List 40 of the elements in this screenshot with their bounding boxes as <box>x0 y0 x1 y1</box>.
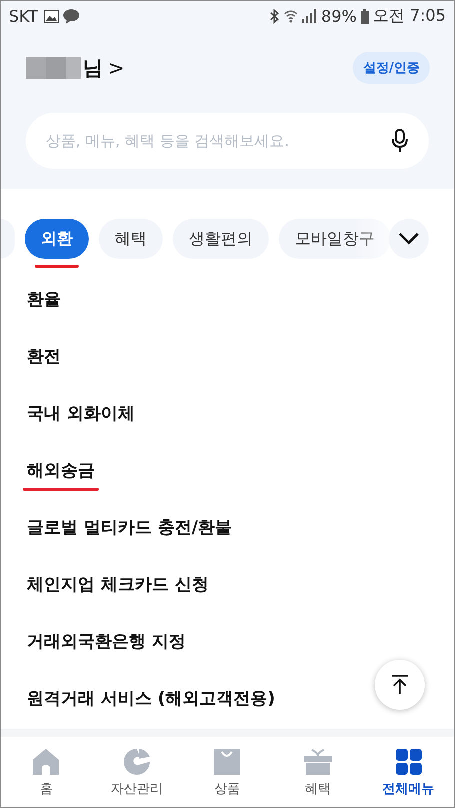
nav-tab[interactable]: 상품 <box>182 737 273 807</box>
menu-item[interactable]: 해외송금 <box>27 459 95 482</box>
chat-bubble-icon <box>63 8 80 24</box>
category-chip[interactable]: 외환 <box>25 219 89 259</box>
chevron-text[interactable]: > <box>108 56 125 80</box>
gift-icon <box>303 746 334 776</box>
grid-icon <box>394 746 424 776</box>
category-chip[interactable]: 혜택 <box>99 219 163 259</box>
user-name-suffix[interactable]: 님 <box>83 54 103 82</box>
chevron-down-icon <box>398 232 420 246</box>
battery-percent: 89% <box>321 6 357 26</box>
home-icon <box>31 746 62 776</box>
shopping-bag-icon <box>212 746 242 776</box>
bluetooth-icon <box>270 8 280 24</box>
microphone-icon[interactable] <box>391 129 409 153</box>
expand-button[interactable] <box>389 219 429 259</box>
arrow-up-icon <box>391 675 409 695</box>
blurred-name <box>26 57 81 79</box>
menu-item[interactable]: 원격거래 서비스 (해외고객전용) <box>27 687 276 710</box>
menu-item[interactable]: 국내 외화이체 <box>27 402 135 425</box>
nav-tab[interactable]: 전체메뉴 <box>363 737 454 807</box>
clock: 오전 7:05 <box>372 6 446 26</box>
carrier-name: SKT <box>9 6 38 26</box>
nav-tab[interactable]: 홈 <box>1 737 92 807</box>
image-icon <box>44 10 60 22</box>
nav-tab[interactable]: 혜택 <box>272 737 364 807</box>
signal-icon <box>302 9 318 23</box>
menu-item[interactable]: 거래외국환은행 지정 <box>27 630 186 653</box>
menu-item[interactable]: 환율 <box>27 288 61 311</box>
menu-item[interactable]: 글로벌 멀티카드 충전/환불 <box>27 516 232 539</box>
menu-item[interactable]: 체인지업 체크카드 신청 <box>27 573 209 596</box>
scroll-to-top-button[interactable] <box>375 660 425 710</box>
category-chip[interactable]: 모바일창구 <box>279 219 391 259</box>
pie-chart-icon <box>122 746 152 776</box>
nav-tab[interactable]: 자산관리 <box>92 737 182 807</box>
category-chip[interactable]: 생활편의 <box>173 219 269 259</box>
menu-item[interactable]: 환전 <box>27 345 61 368</box>
wifi-icon <box>284 8 298 24</box>
battery-icon <box>360 8 369 24</box>
auth-settings-button[interactable]: 설정/인증 <box>353 52 430 84</box>
